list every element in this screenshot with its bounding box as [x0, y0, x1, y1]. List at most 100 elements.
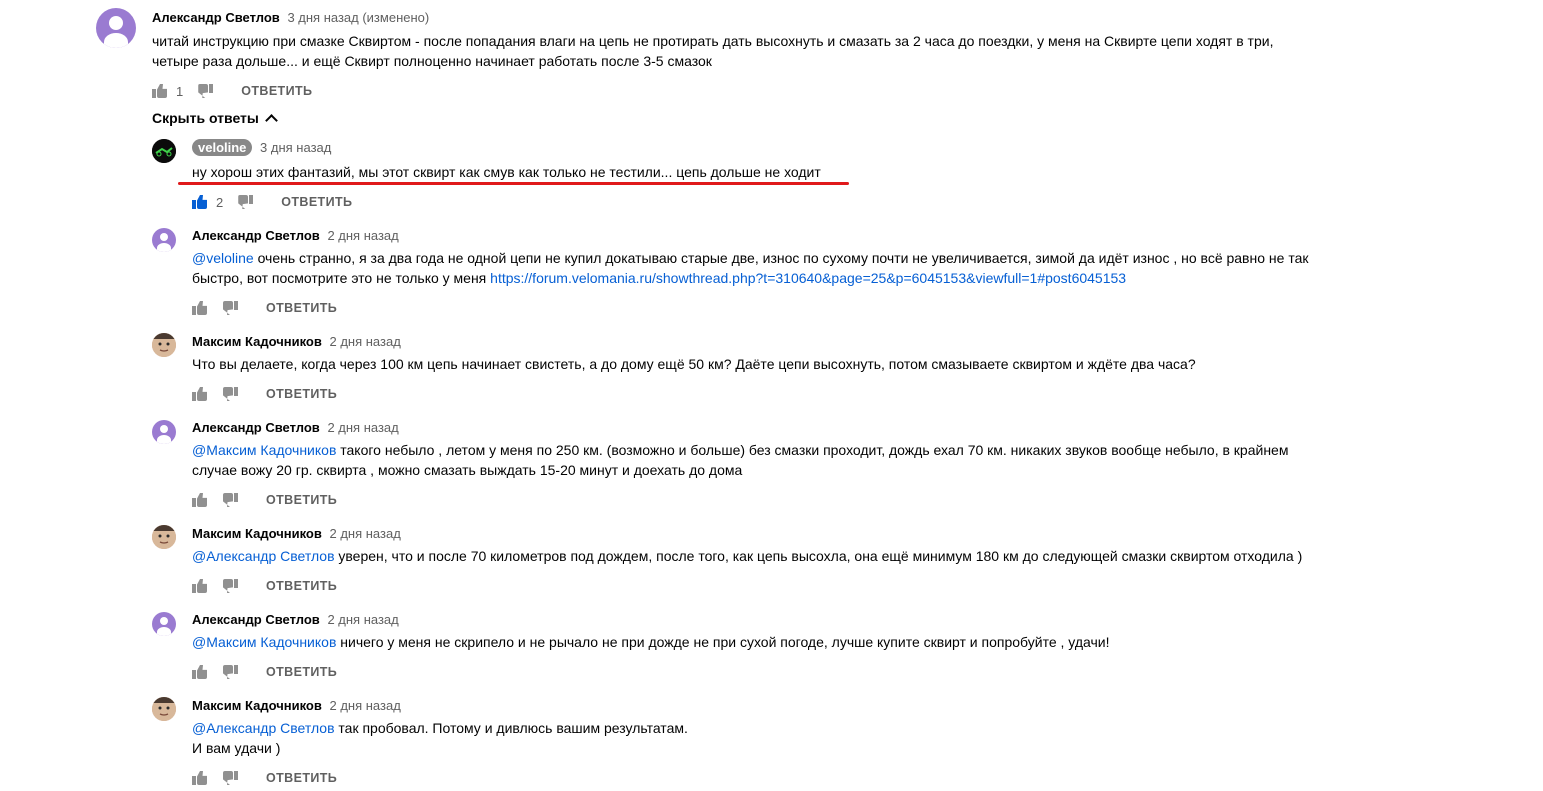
comment-actions: ОТВЕТИТЬ [192, 662, 337, 682]
comment-line: очень странно, я за два года не одной це… [253, 250, 1309, 266]
comment-time[interactable]: 2 дня назад [327, 612, 398, 627]
comment-time[interactable]: 3 дня назад (изменено) [287, 10, 429, 25]
thumbs-down-icon[interactable] [222, 300, 238, 316]
comment-meta: Максим Кадочников 2 дня назад [192, 334, 401, 350]
comment-meta: Александр Светлов 3 дня назад (изменено) [152, 10, 429, 26]
face-avatar-icon [152, 333, 176, 357]
veloline-logo-icon [152, 139, 176, 163]
comment-text: @Александр Светлов уверен, что и после 7… [192, 546, 1332, 566]
avatar[interactable] [152, 612, 176, 636]
avatar[interactable] [96, 8, 136, 48]
comment-actions: 1 ОТВЕТИТЬ [152, 81, 312, 101]
author-name[interactable]: Александр Светлов [192, 420, 320, 435]
reply-button[interactable]: ОТВЕТИТЬ [266, 493, 337, 507]
thumbs-up-icon[interactable] [192, 770, 208, 786]
thumbs-up-icon[interactable] [152, 83, 168, 99]
avatar[interactable] [152, 139, 176, 163]
thumbs-down-icon[interactable] [222, 770, 238, 786]
comment-time[interactable]: 2 дня назад [329, 334, 400, 349]
mention-link[interactable]: @veloline [192, 250, 254, 266]
author-name[interactable]: Максим Кадочников [192, 526, 322, 541]
highlight-underline [178, 182, 849, 185]
comment-time[interactable]: 2 дня назад [327, 420, 398, 435]
comment-meta: Максим Кадочников 2 дня назад [192, 526, 401, 542]
comment-line: ничего у меня не скрипело и не рычало не… [336, 634, 1110, 650]
avatar[interactable] [152, 525, 176, 549]
reply-button[interactable]: ОТВЕТИТЬ [266, 579, 337, 593]
comment-actions: ОТВЕТИТЬ [192, 768, 337, 788]
comment-actions: ОТВЕТИТЬ [192, 490, 337, 510]
mention-link[interactable]: @Максим Кадочников [192, 442, 336, 458]
comment-time[interactable]: 2 дня назад [327, 228, 398, 243]
comment-actions: ОТВЕТИТЬ [192, 384, 337, 404]
comment-meta: Максим Кадочников 2 дня назад [192, 698, 401, 714]
chevron-up-icon [265, 113, 278, 127]
thumbs-up-icon[interactable] [192, 578, 208, 594]
comment-time[interactable]: 3 дня назад [260, 140, 331, 155]
author-name[interactable]: Максим Кадочников [192, 698, 322, 713]
avatar[interactable] [152, 697, 176, 721]
thumbs-down-icon[interactable] [237, 194, 254, 210]
comment-text: читай инструкцию при смазке Сквиртом - п… [152, 31, 1352, 71]
comment-line: ну хорош этих фантазий, мы этот сквирт к… [192, 164, 821, 180]
thumbs-up-icon[interactable] [192, 664, 208, 680]
avatar[interactable] [152, 228, 176, 252]
thumbs-up-icon[interactable] [192, 492, 208, 508]
comment-line: И вам удачи ) [192, 740, 281, 756]
reply-button[interactable]: ОТВЕТИТЬ [266, 301, 337, 315]
author-name[interactable]: Александр Светлов [192, 228, 320, 243]
like-count: 2 [216, 194, 224, 210]
comment-text: @Максим Кадочников такого небыло , летом… [192, 440, 1332, 480]
comment-text: @veloline очень странно, я за два года н… [192, 248, 1332, 288]
thumbs-up-icon[interactable] [192, 194, 208, 210]
face-avatar-icon [152, 525, 176, 549]
comment-line: быстро, вот посмотрите это не только у м… [192, 270, 491, 286]
avatar[interactable] [152, 333, 176, 357]
comment-text: Что вы делаете, когда через 100 км цепь … [192, 354, 1332, 374]
comment-actions: ОТВЕТИТЬ [192, 298, 337, 318]
thumbs-up-icon[interactable] [192, 386, 208, 402]
forum-link[interactable]: https://forum.velomania.ru/showthread.ph… [490, 270, 1126, 286]
face-avatar-icon [152, 697, 176, 721]
thumbs-down-icon[interactable] [222, 578, 238, 594]
mention-link[interactable]: @Максим Кадочников [192, 634, 336, 650]
reply-button[interactable]: ОТВЕТИТЬ [281, 195, 352, 209]
hide-replies-label: Скрыть ответы [152, 110, 259, 126]
comment-line: читай инструкцию при смазке Сквиртом - п… [152, 33, 1274, 49]
comment-actions: 2 ОТВЕТИТЬ [192, 192, 352, 212]
comment-meta: Александр Светлов 2 дня назад [192, 612, 399, 628]
author-name[interactable]: Александр Светлов [192, 612, 320, 627]
comment-line: Что вы делаете, когда через 100 км цепь … [192, 356, 1196, 372]
thumbs-down-icon[interactable] [222, 492, 238, 508]
reply-button[interactable]: ОТВЕТИТЬ [241, 84, 312, 98]
comment-text: @Александр Светлов так пробовал. Потому … [192, 718, 1332, 758]
mention-link[interactable]: @Александр Светлов [192, 720, 335, 736]
comment-meta: Александр Светлов 2 дня назад [192, 420, 399, 436]
reply-button[interactable]: ОТВЕТИТЬ [266, 665, 337, 679]
author-name[interactable]: Александр Светлов [152, 10, 280, 25]
comment-actions: ОТВЕТИТЬ [192, 576, 337, 596]
comment-line: такого небыло , летом у меня по 250 км. … [336, 442, 1289, 458]
comment-line: случае вожу 20 гр. сквирта , можно смаза… [192, 462, 743, 478]
comment-line: так пробовал. Потому и дивлюсь вашим рез… [334, 720, 688, 736]
mention-link[interactable]: @Александр Светлов [192, 548, 335, 564]
comment-text: ну хорош этих фантазий, мы этот сквирт к… [192, 162, 1332, 182]
comment-line: уверен, что и после 70 километров под до… [334, 548, 1303, 564]
comment-time[interactable]: 2 дня назад [329, 698, 400, 713]
comment-line: четыре раза дольше... и ещё Сквирт полно… [152, 53, 712, 69]
reply-button[interactable]: ОТВЕТИТЬ [266, 771, 337, 785]
comment-meta: veloline 3 дня назад [192, 139, 331, 156]
thumbs-down-icon[interactable] [197, 83, 214, 99]
author-name[interactable]: veloline [192, 139, 253, 156]
hide-replies-toggle[interactable]: Скрыть ответы [152, 110, 278, 127]
like-count: 1 [176, 83, 184, 99]
avatar[interactable] [152, 420, 176, 444]
thumbs-down-icon[interactable] [222, 386, 238, 402]
author-name[interactable]: Максим Кадочников [192, 334, 322, 349]
comment-time[interactable]: 2 дня назад [329, 526, 400, 541]
thumbs-up-icon[interactable] [192, 300, 208, 316]
comment-meta: Александр Светлов 2 дня назад [192, 228, 399, 244]
comment-text: @Максим Кадочников ничего у меня не скри… [192, 632, 1332, 652]
thumbs-down-icon[interactable] [222, 664, 238, 680]
reply-button[interactable]: ОТВЕТИТЬ [266, 387, 337, 401]
